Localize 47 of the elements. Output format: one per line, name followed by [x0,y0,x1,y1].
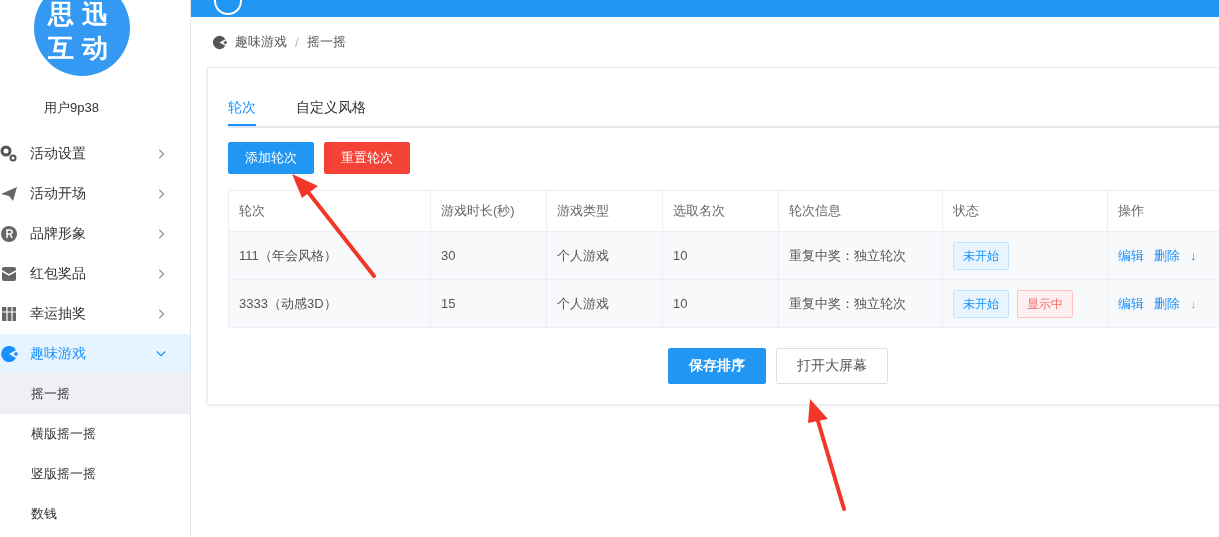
menu-item[interactable]: 红包奖品 [0,254,190,294]
submenu-item[interactable]: 数钱 [0,494,190,534]
menu-item[interactable]: 幸运抽奖 [0,294,190,334]
pacman-icon [0,345,18,363]
chevron-right-icon [156,189,166,199]
table-cell: 重复中奖：独立轮次 [778,231,943,280]
column-header: 游戏时长(秒) [430,190,547,232]
submenu-item[interactable]: 摇一摇 [0,374,190,414]
tab[interactable]: 自定义风格 [296,92,366,126]
menu-item[interactable]: 活动开场 [0,174,190,214]
gears-icon [0,145,18,163]
chevron-down-icon [156,349,166,359]
table-cell: 个人游戏 [546,279,663,328]
status-tag: 未开始 [953,289,1009,318]
pacman-icon [212,34,227,50]
table-cell: 15 [430,279,547,328]
breadcrumb-separator: / [295,34,299,50]
menu-item[interactable]: 品牌形象 [0,214,190,254]
table-cell: 10 [662,231,779,280]
chevron-right-icon [156,229,166,239]
column-header: 轮次信息 [778,190,943,232]
toolbar-button[interactable]: 重置轮次 [324,142,410,174]
column-header: 轮次 [228,190,431,232]
table-cell: 个人游戏 [546,231,663,280]
chevron-right-icon [156,149,166,159]
breadcrumb-item[interactable]: 摇一摇 [306,33,346,51]
table-cell: 10 [662,279,779,328]
username: 用户9p38 [44,99,100,117]
paper-plane-icon [0,185,18,203]
column-header: 选取名次 [662,190,779,232]
menu-item[interactable]: 活动设置 [0,134,190,174]
submenu-item[interactable]: 竖版摇一摇 [0,454,190,494]
status-tag: 显示中 [1017,289,1073,318]
table-cell: 重复中奖：独立轮次 [778,279,943,328]
logo: 思迅 互动 [34,0,130,76]
status-tag: 未开始 [953,241,1009,270]
chevron-right-icon [156,269,166,279]
submenu-item[interactable]: 横版摇一摇 [0,414,190,454]
table-cell: 111（年会风格） [228,231,431,280]
column-header: 游戏类型 [546,190,663,232]
table-cell: 3333（动感3D） [228,279,431,328]
chevron-right-icon [156,309,166,319]
table-cell: 30 [430,231,547,280]
open-button[interactable]: 打开大屏幕 [776,348,888,384]
breadcrumb-item[interactable]: 趣味游戏 [235,33,287,51]
column-header: 状态 [942,190,1108,232]
column-header: 操作 [1107,190,1219,232]
